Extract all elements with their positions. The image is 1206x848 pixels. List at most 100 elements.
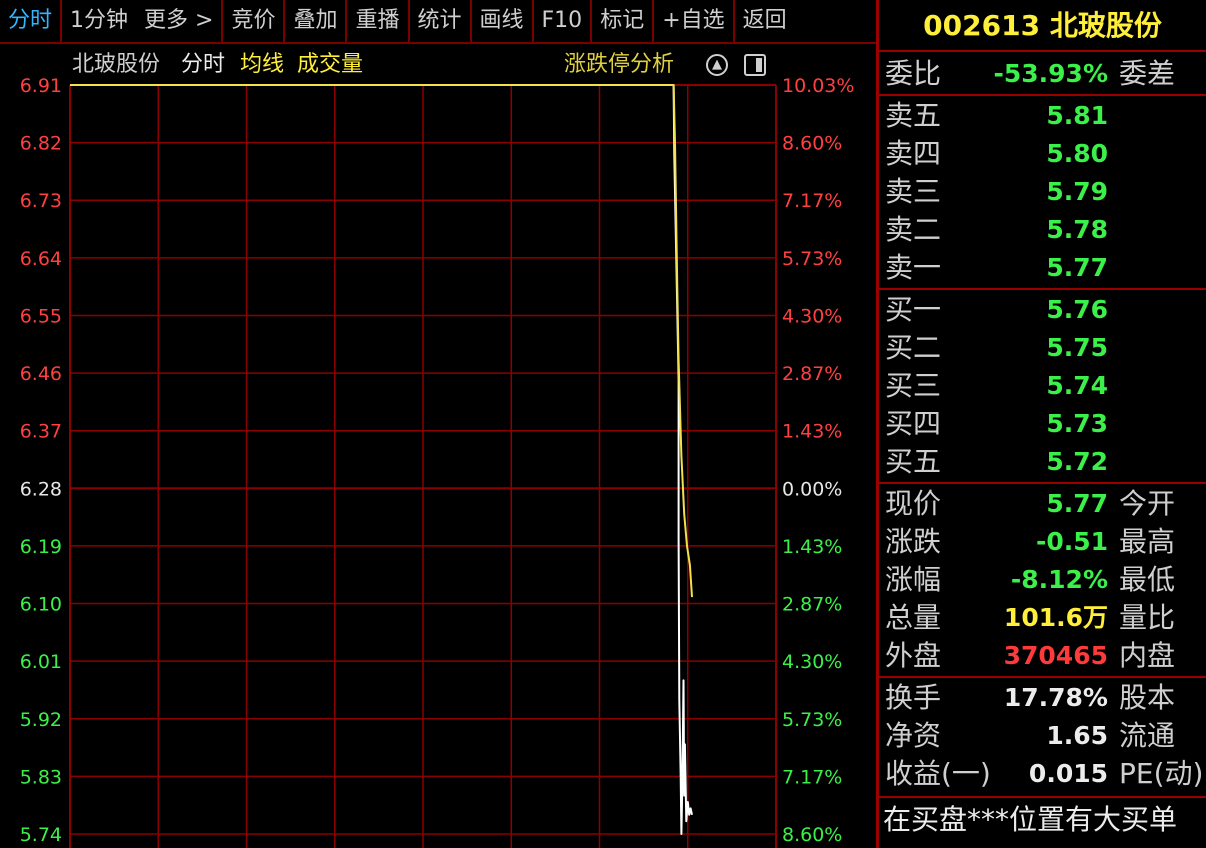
- tab-draw[interactable]: 画线: [472, 0, 534, 42]
- outer-volume-label: 外盘: [885, 639, 942, 672]
- pe-label: PE(动): [1119, 757, 1204, 790]
- buy-level-label: 买五: [885, 445, 942, 478]
- y-tick-left: 6.91: [20, 75, 62, 97]
- y-tick-right: 5.73%: [782, 248, 842, 270]
- sell-level-label: 卖四: [885, 137, 942, 170]
- buy-price: 5.74: [1046, 371, 1108, 400]
- chart-svg: 6.91 6.82 6.73 6.64 6.55 6.46 6.37 6.28 6.19 6.10…: [20, 75, 854, 848]
- buy-row[interactable]: 买三 5.74: [883, 368, 1206, 404]
- toolbar: 分时 1分钟 更多 > 竞价 叠加 重播 统计 画线 F10 标记 +自选 返回: [0, 0, 876, 44]
- y-tick-left: 6.01: [20, 651, 62, 673]
- change-pct-label: 涨幅: [885, 563, 942, 596]
- tab-f10[interactable]: F10: [534, 0, 593, 42]
- open-label: 今开: [1119, 487, 1176, 520]
- divider: [879, 288, 1206, 290]
- quote-row: 涨幅 -8.12% 最低: [883, 562, 1206, 598]
- y-tick-right: 1.43%: [782, 421, 842, 443]
- tab-more[interactable]: 更多 >: [136, 0, 224, 42]
- sell-price: 5.80: [1046, 139, 1108, 168]
- quote-panel: 002613 北玻股份 委比 -53.93% 委差 卖五 5.81 卖四 5.8…: [876, 0, 1206, 848]
- buy-row[interactable]: 买一 5.76: [883, 292, 1206, 328]
- change-pct-value: -8.12%: [1010, 565, 1108, 594]
- price-line: [70, 84, 693, 835]
- buy-row[interactable]: 买四 5.73: [883, 406, 1206, 442]
- sell-level-label: 卖一: [885, 251, 942, 284]
- high-label: 最高: [1119, 525, 1176, 558]
- current-price-label: 现价: [885, 487, 942, 520]
- inner-volume-label: 内盘: [1119, 639, 1176, 672]
- divider: [879, 50, 1206, 52]
- eps-value: 0.015: [1028, 759, 1108, 788]
- buy-price: 5.73: [1046, 409, 1108, 438]
- net-assets-value: 1.65: [1046, 721, 1108, 750]
- net-assets-label: 净资: [885, 719, 942, 752]
- tab-auction[interactable]: 竞价: [223, 0, 286, 42]
- y-tick-left: 6.82: [20, 133, 62, 155]
- outer-volume-value: 370465: [1003, 641, 1108, 670]
- float-label: 流通: [1119, 719, 1176, 752]
- sell-row[interactable]: 卖五 5.81: [883, 98, 1206, 134]
- y-tick-right: 10.03%: [782, 75, 854, 97]
- y-tick-right: 2.87%: [782, 363, 842, 385]
- y-tick-right: 8.60%: [782, 824, 842, 846]
- tab-overlay[interactable]: 叠加: [285, 0, 348, 42]
- sell-row[interactable]: 卖四 5.80: [883, 136, 1206, 172]
- y-tick-right: 0.00%: [782, 478, 842, 500]
- y-tick-left: 6.55: [20, 305, 62, 327]
- low-label: 最低: [1119, 563, 1176, 596]
- sell-price: 5.79: [1046, 177, 1108, 206]
- turnover-value: 17.78%: [1003, 683, 1108, 712]
- tab-stats[interactable]: 统计: [410, 0, 472, 42]
- sell-level-label: 卖五: [885, 99, 942, 132]
- tab-1min[interactable]: 1分钟: [62, 0, 136, 42]
- divider: [879, 94, 1206, 96]
- y-tick-right: 4.30%: [782, 305, 842, 327]
- y-tick-right: 4.30%: [782, 651, 842, 673]
- weibi-row: 委比 -53.93% 委差: [883, 56, 1206, 92]
- y-tick-right: 2.87%: [782, 594, 842, 616]
- y-tick-right: 1.43%: [782, 536, 842, 558]
- buy-row[interactable]: 买五 5.72: [883, 444, 1206, 480]
- quote-row: 外盘 370465 内盘: [883, 638, 1206, 674]
- sell-row[interactable]: 卖二 5.78: [883, 212, 1206, 248]
- y-tick-left: 6.46: [20, 363, 62, 385]
- tab-add-watchlist[interactable]: +自选: [654, 0, 735, 42]
- tab-back[interactable]: 返回: [735, 0, 795, 42]
- y-tick-right: 7.17%: [782, 190, 842, 212]
- finance-row: 换手 17.78% 股本: [883, 680, 1206, 716]
- buy-price: 5.72: [1046, 447, 1108, 476]
- buy-price: 5.76: [1046, 295, 1108, 324]
- sell-row[interactable]: 卖一 5.77: [883, 250, 1206, 286]
- buy-row[interactable]: 买二 5.75: [883, 330, 1206, 366]
- y-tick-right: 7.17%: [782, 766, 842, 788]
- buy-price: 5.75: [1046, 333, 1108, 362]
- finance-row: 净资 1.65 流通: [883, 718, 1206, 754]
- y-tick-left: 5.92: [20, 709, 62, 731]
- divider: [879, 796, 1206, 798]
- divider: [879, 676, 1206, 678]
- buy-level-label: 买二: [885, 331, 942, 364]
- y-tick-left: 6.64: [20, 248, 62, 270]
- turnover-label: 换手: [885, 681, 942, 714]
- intraday-chart[interactable]: 北玻股份 分时 均线 成交量 涨跌停分析 ▲ 6.91 6.82 6.73 6.64 6…: [0, 44, 876, 848]
- sell-row[interactable]: 卖三 5.79: [883, 174, 1206, 210]
- current-price-value: 5.77: [1046, 489, 1108, 518]
- y-tick-left: 6.37: [20, 421, 62, 443]
- y-tick-left: 6.73: [20, 190, 62, 212]
- stock-title: 002613 北玻股份: [923, 9, 1162, 42]
- volume-value: 101.6万: [1003, 603, 1108, 632]
- sell-level-label: 卖二: [885, 213, 942, 246]
- tab-fenshi[interactable]: 分时: [0, 0, 63, 42]
- quote-row: 现价 5.77 今开: [883, 486, 1206, 522]
- change-value: -0.51: [1035, 527, 1108, 556]
- buy-level-label: 买一: [885, 293, 942, 326]
- tab-mark[interactable]: 标记: [592, 0, 655, 42]
- y-tick-left: 5.83: [20, 766, 62, 788]
- buy-level-label: 买四: [885, 407, 942, 440]
- sell-price: 5.77: [1046, 253, 1108, 282]
- tab-replay[interactable]: 重播: [347, 0, 410, 42]
- sell-price: 5.78: [1046, 215, 1108, 244]
- weibi-value: -53.93%: [993, 59, 1108, 88]
- news-ticker[interactable]: 在买盘***位置有大买单: [883, 800, 1206, 840]
- eps-label: 收益(一): [885, 757, 991, 790]
